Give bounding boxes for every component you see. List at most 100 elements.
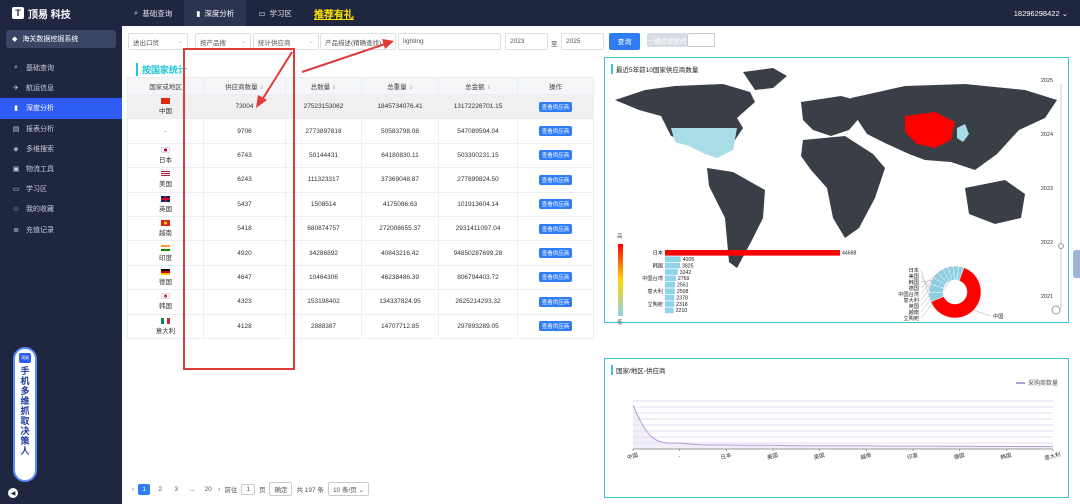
next-page-button[interactable]: › — [218, 486, 220, 493]
cell-quantity: 153198402 — [285, 289, 362, 315]
view-suppliers-button[interactable]: 查看供应商 — [538, 174, 573, 185]
donut-label: 立陶宛 — [903, 314, 919, 322]
query-button[interactable]: 查询 — [609, 33, 640, 50]
sort-icon[interactable]: ⇕ — [409, 85, 413, 91]
sort-icon[interactable]: ⇕ — [487, 85, 491, 91]
sidebar-item-reports[interactable]: ▤ 报表分析 — [0, 119, 122, 139]
sort-icon[interactable]: ⇕ — [260, 85, 264, 91]
search-icon: ⌕ — [134, 8, 139, 17]
chart-icon: ▮ — [196, 8, 201, 18]
flag-icon — [161, 146, 170, 153]
layers-icon: ◈ — [13, 145, 19, 153]
view-suppliers-button[interactable]: 查看供应商 — [538, 296, 573, 307]
keyword-input[interactable]: lighting — [398, 33, 501, 50]
sidebar-item-shipping[interactable]: ✈ 航运信息 — [0, 78, 122, 98]
description-select[interactable]: 产品描述(精确查找) ⌄ — [320, 33, 396, 50]
table-row: 意大利 4128 2888387 14707712.85 297893289.0… — [127, 313, 594, 339]
donut-label: 意大利 — [903, 296, 919, 304]
page-input[interactable]: 1 — [241, 483, 255, 495]
top-bar: T 顶易 科技 ⌕ 基础查询 ▮ 深度分析 ▭ 学习区 推荐有礼 18296298422… — [0, 0, 1080, 26]
cell-suppliers: 4128 — [203, 313, 286, 339]
country-cell: - — [164, 127, 167, 135]
year-to-input[interactable]: 2025 — [561, 33, 604, 50]
cell-country: 意大利 — [127, 313, 204, 339]
cell-country: 印度 — [127, 240, 204, 266]
sidebar-item-basic-query[interactable]: ⌕ 基础查询 — [0, 58, 122, 78]
page-2[interactable]: 2 — [154, 484, 166, 495]
filter-toggle[interactable] — [687, 33, 715, 47]
mobile-promo-banner[interactable]: 顶易 手机多维抓取决策人 — [13, 347, 37, 482]
collapse-sidebar-icon[interactable]: ◀ — [8, 488, 18, 498]
bar-value-label: 4005 — [683, 257, 695, 263]
x-tick-label: 英国 — [813, 451, 826, 462]
cell-weight: 37369048.87 — [361, 167, 439, 193]
page-1[interactable]: 1 — [138, 483, 151, 495]
cell-suppliers: 6743 — [203, 142, 286, 169]
referral-link[interactable]: 推荐有礼 — [304, 6, 364, 21]
trade-type-select[interactable]: 进出口贸 ⌄ — [128, 33, 188, 50]
view-suppliers-button[interactable]: 查看供应商 — [538, 199, 573, 210]
year-label: 2024 — [1041, 132, 1053, 138]
sidebar-item-logistics[interactable]: ▣ 物流工具 — [0, 159, 122, 179]
sidebar-item-multi-search[interactable]: ◈ 多维搜索 — [0, 139, 122, 159]
x-tick-label: 越南 — [859, 451, 872, 462]
view-suppliers-button[interactable]: 查看供应商 — [538, 321, 573, 332]
donut-leader-line — [920, 275, 930, 289]
cell-weight: 64180830.11 — [361, 142, 439, 169]
play-icon[interactable] — [1051, 305, 1061, 315]
cell-actions: 查看供应商 — [517, 142, 594, 169]
cell-actions: 查看供应商 — [517, 289, 594, 315]
sidebar-item-recharge[interactable]: ≣ 充值记录 — [0, 220, 122, 240]
confirm-page-button[interactable]: 确定 — [269, 482, 293, 496]
report-icon: ▤ — [12, 125, 20, 133]
prev-page-button[interactable]: ‹ — [132, 486, 134, 493]
cell-quantity: 1508514 — [285, 191, 362, 217]
x-tick-label: 韩国 — [999, 451, 1012, 462]
x-tick-label: 中国 — [626, 451, 639, 462]
view-suppliers-button[interactable]: 查看供应商 — [538, 101, 573, 112]
page-3[interactable]: 3 — [170, 484, 182, 495]
cell-quantity: 680874757 — [285, 215, 362, 242]
nav-deep-analysis[interactable]: ▮ 深度分析 — [184, 0, 247, 26]
view-suppliers-button[interactable]: 查看供应商 — [538, 126, 573, 137]
x-tick-label: 美国 — [766, 451, 779, 462]
cube-icon: ◆ — [12, 36, 18, 43]
stat-select[interactable]: 统计供应商 ⌄ — [253, 33, 319, 50]
page-ellipsis[interactable]: ... — [186, 484, 198, 495]
sort-icon[interactable]: ⇕ — [332, 85, 336, 91]
sidebar-item-favorites[interactable]: ☆ 我的收藏 — [0, 199, 122, 219]
asia-shape — [851, 84, 1057, 170]
x-tick-label: - — [678, 454, 681, 460]
page-size-select[interactable]: 10 条/页 ⌄ — [327, 482, 370, 496]
product-select[interactable]: 按产品搜 ⌄ — [195, 33, 251, 50]
view-suppliers-button[interactable]: 查看供应商 — [538, 150, 573, 161]
view-suppliers-button[interactable]: 查看供应商 — [538, 223, 573, 234]
record-icon: ≣ — [13, 226, 19, 234]
bar — [665, 282, 675, 288]
table-row: 英国 5437 1508514 4175086.63 101913604.14 … — [127, 191, 594, 217]
bar-chart: 44688 日本 40053825 韩国 32422769 中国台湾 25512508 意大利… — [642, 249, 856, 315]
filter-forwarders-button[interactable]: 一键过滤货代 — [647, 33, 687, 47]
col-suppliers[interactable]: 供应商数量 ⇕ — [203, 77, 286, 95]
expand-panel-icon[interactable] — [1073, 250, 1080, 278]
user-account[interactable]: 18296298422 ⌄ — [1014, 9, 1068, 18]
page-20[interactable]: 20 — [202, 484, 214, 495]
map-panel: 最近5年前10国家供应商数量 44688 日本 4005 3825 韩国 3242 2769… — [604, 57, 1069, 326]
cell-weight: 50583798.08 — [361, 118, 439, 144]
nav-learning[interactable]: ▭ 学习区 — [246, 0, 304, 26]
logo[interactable]: T 顶易 科技 — [0, 0, 122, 26]
view-suppliers-button[interactable]: 查看供应商 — [538, 272, 573, 283]
sidebar-item-learning[interactable]: ▭ 学习区 — [0, 179, 122, 199]
year-from-input[interactable]: 2023 — [505, 33, 548, 50]
system-selector[interactable]: ◆ 海关数据挖掘系统 — [6, 30, 116, 48]
col-amount[interactable]: 总金额 ⇕ — [438, 77, 518, 95]
nav-basic-query[interactable]: ⌕ 基础查询 — [122, 0, 184, 26]
view-suppliers-button[interactable]: 查看供应商 — [538, 248, 573, 259]
country-cell: 越南 — [128, 220, 203, 237]
col-quantity[interactable]: 总数量 ⇕ — [285, 77, 362, 95]
sidebar-item-deep-analysis[interactable]: ▮ 深度分析 — [0, 98, 122, 119]
cell-actions: 查看供应商 — [517, 264, 594, 291]
cell-actions: 查看供应商 — [517, 215, 594, 242]
timeline-handle[interactable] — [1058, 243, 1064, 249]
col-weight[interactable]: 总重量 ⇕ — [361, 77, 439, 95]
